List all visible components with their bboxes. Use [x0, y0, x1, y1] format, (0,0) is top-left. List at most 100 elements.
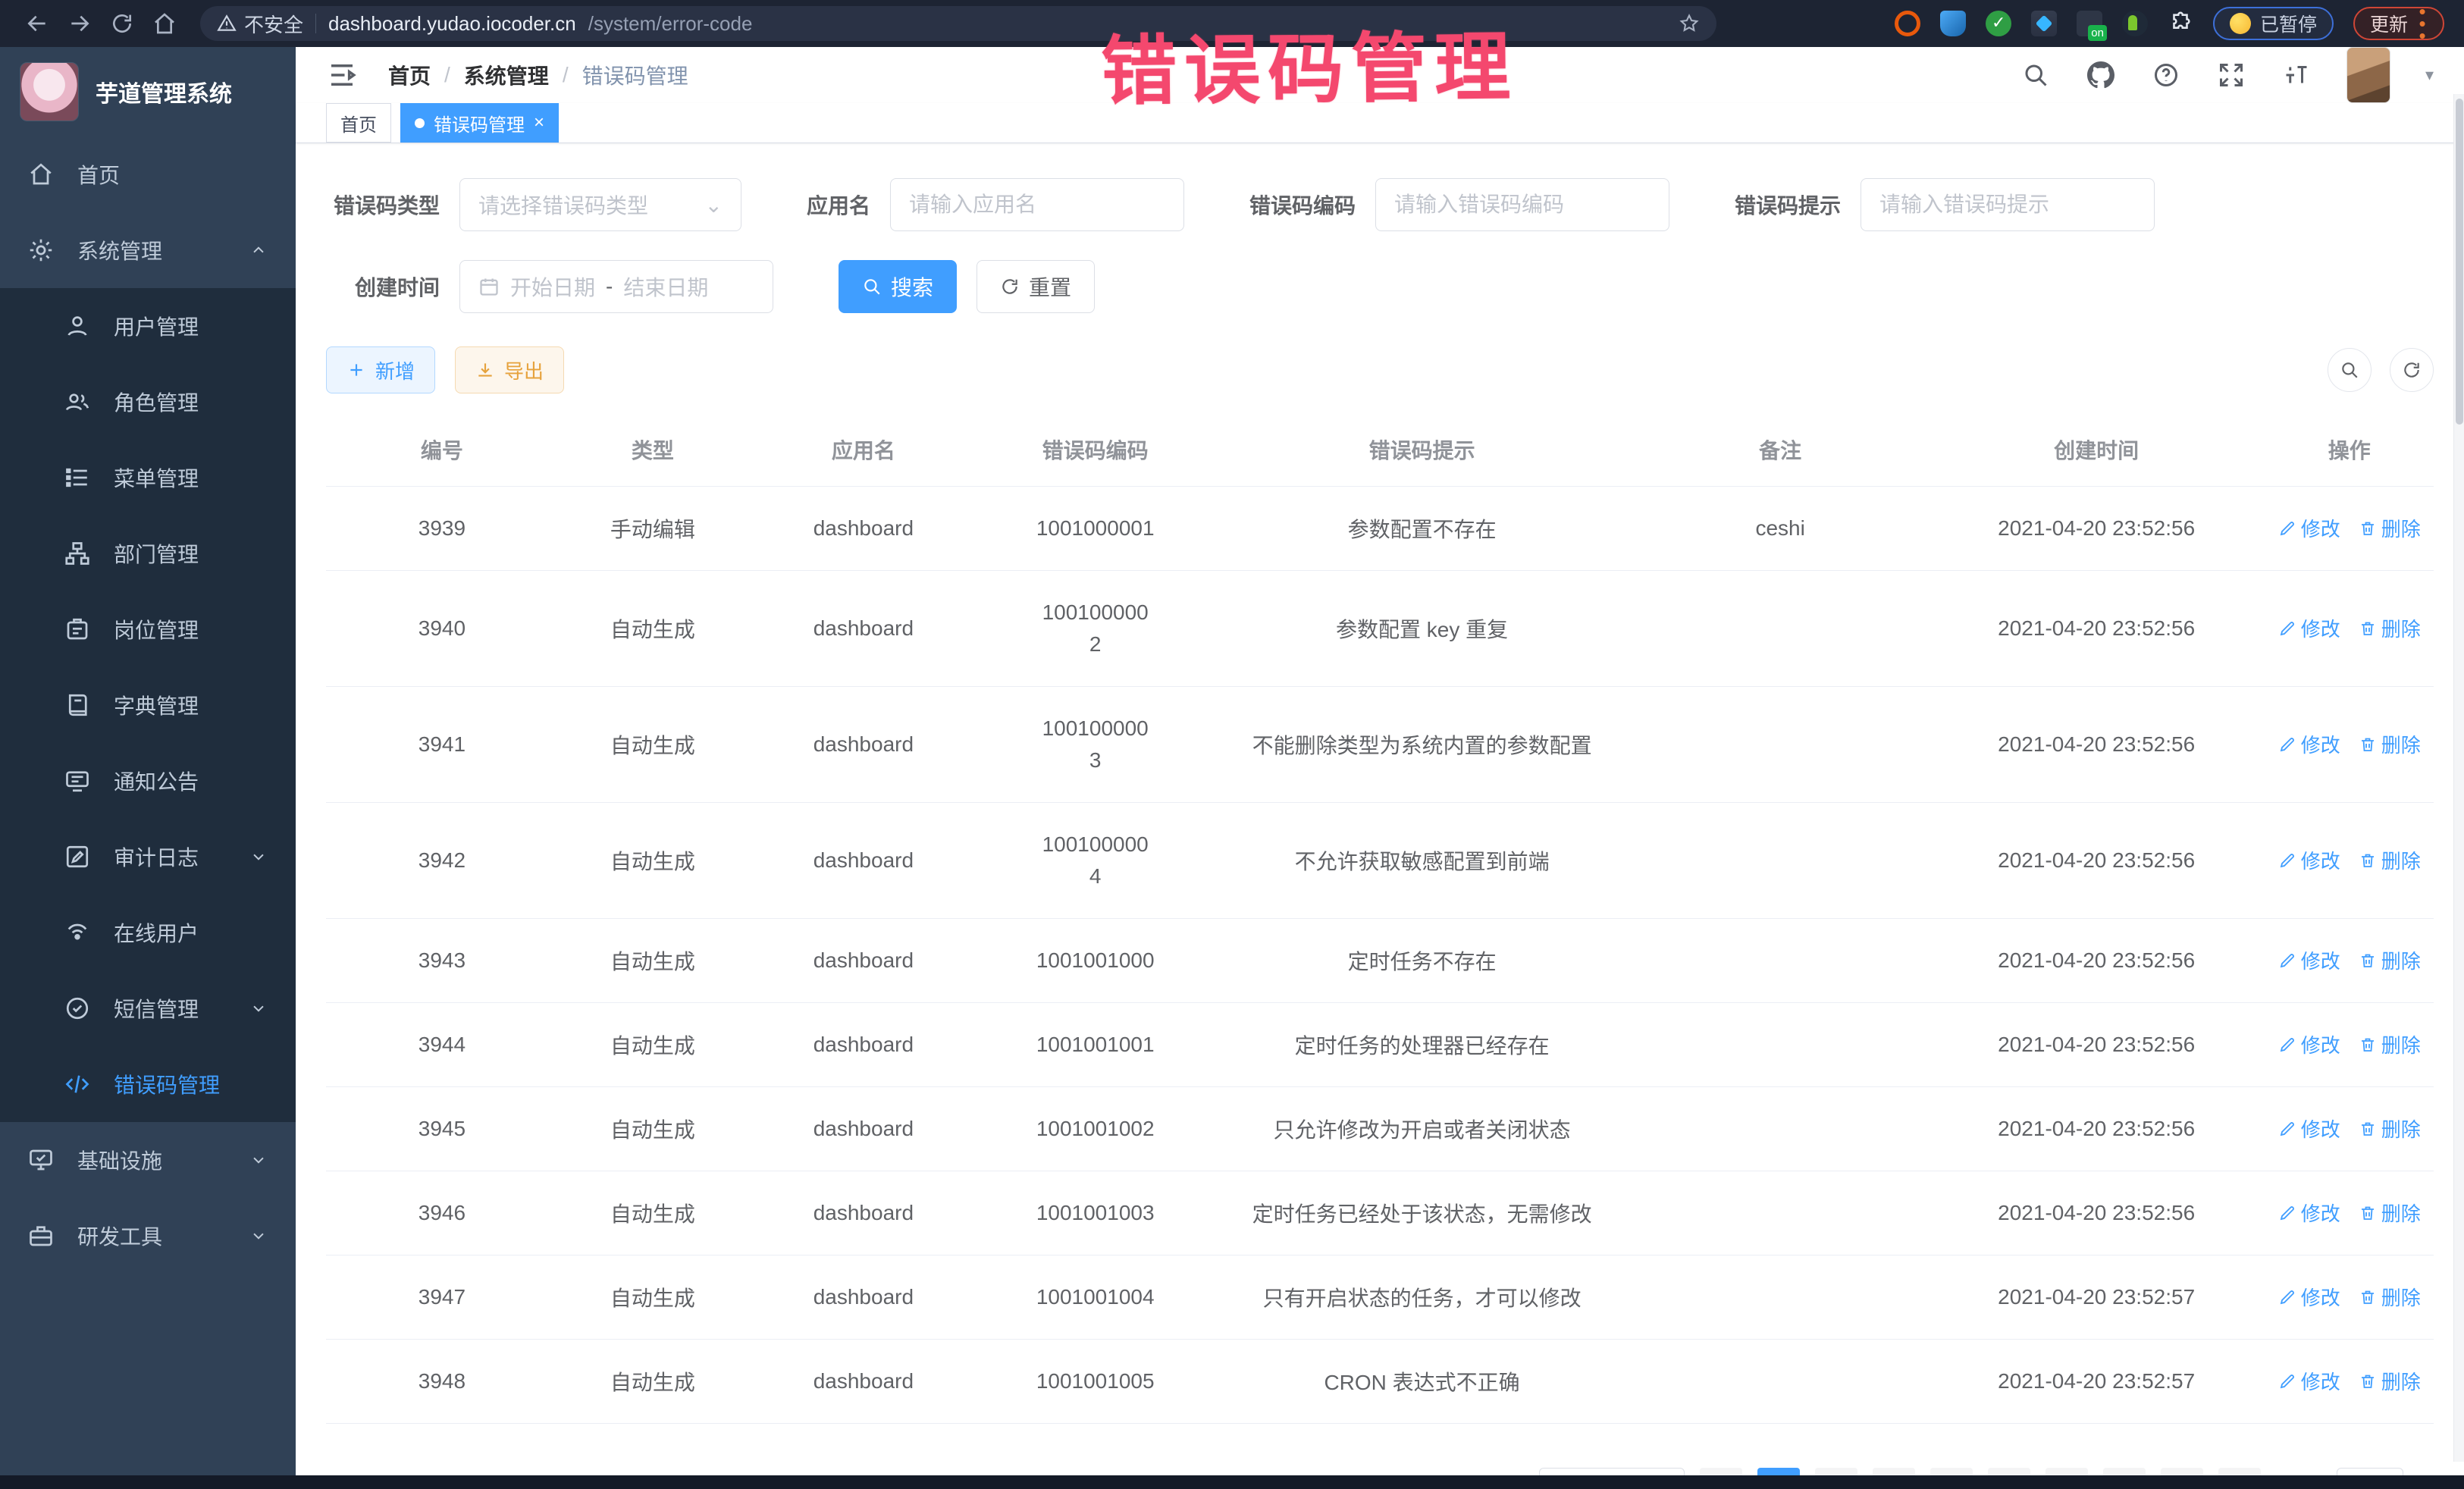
- profile-paused-pill[interactable]: 已暂停: [2213, 7, 2334, 40]
- pencil-icon: [2278, 619, 2296, 638]
- toggle-search-button[interactable]: [2328, 348, 2372, 392]
- edit-link[interactable]: 修改: [2278, 1367, 2340, 1395]
- app-name-input[interactable]: [909, 193, 1165, 217]
- row-code: 1001001000: [980, 919, 1212, 1003]
- tab-close-icon[interactable]: ×: [534, 114, 544, 132]
- delete-link[interactable]: 删除: [2359, 614, 2421, 642]
- date-end-placeholder: 结束日期: [623, 271, 708, 302]
- sidebar-item-用户管理[interactable]: 用户管理: [0, 288, 296, 364]
- calendar-icon: [478, 276, 500, 297]
- edit-link[interactable]: 修改: [2278, 1283, 2340, 1311]
- edit-link[interactable]: 修改: [2278, 514, 2340, 542]
- browser-home-button[interactable]: [147, 6, 182, 41]
- sidebar-item-字典管理[interactable]: 字典管理: [0, 667, 296, 743]
- edit-link[interactable]: 修改: [2278, 946, 2340, 974]
- sidebar-logo[interactable]: 芋道管理系统: [0, 47, 296, 136]
- help-icon[interactable]: [2151, 60, 2181, 90]
- edit-link[interactable]: 修改: [2278, 1030, 2340, 1058]
- trash-icon: [2359, 1288, 2377, 1306]
- export-button[interactable]: 导出: [455, 346, 564, 393]
- sidebar-item-错误码管理[interactable]: 错误码管理: [0, 1046, 296, 1122]
- extension-blue-gem-icon[interactable]: [1940, 11, 1966, 36]
- browser-reload-button[interactable]: [105, 6, 140, 41]
- edit-link[interactable]: 修改: [2278, 614, 2340, 642]
- users-icon: [64, 388, 91, 415]
- sidebar-item-label: 通知公告: [114, 766, 199, 796]
- browser-forward-button[interactable]: [62, 6, 97, 41]
- extension-green-check-icon[interactable]: [1986, 11, 2011, 36]
- sidebar-item-角色管理[interactable]: 角色管理: [0, 364, 296, 440]
- sidebar-item-label: 菜单管理: [114, 462, 199, 493]
- search-icon[interactable]: [2020, 60, 2051, 90]
- row-remark: ceshi: [1633, 487, 1928, 571]
- pencil-icon: [2278, 1288, 2296, 1306]
- sidebar-collapse-icon[interactable]: [326, 59, 358, 91]
- browser-back-button[interactable]: [20, 6, 55, 41]
- user-avatar[interactable]: [2346, 47, 2390, 103]
- edit-link[interactable]: 修改: [2278, 846, 2340, 874]
- avatar-caret-icon[interactable]: ▾: [2425, 65, 2434, 85]
- add-button[interactable]: 新增: [326, 346, 435, 393]
- scrollbar-thumb[interactable]: [2456, 99, 2463, 425]
- extension-dark-on-icon[interactable]: [2077, 11, 2102, 36]
- row-type: 自动生成: [558, 1003, 748, 1087]
- annotation-overlay: 错误码管理: [1100, 5, 1518, 120]
- edit-link[interactable]: 修改: [2278, 730, 2340, 758]
- bookmark-star-icon[interactable]: [1679, 13, 1700, 34]
- browser-update-button[interactable]: 更新 •••: [2353, 7, 2444, 40]
- sidebar-item-通知公告[interactable]: 通知公告: [0, 743, 296, 819]
- fullscreen-icon[interactable]: [2216, 60, 2246, 90]
- extension-green-key-icon[interactable]: [2122, 11, 2148, 36]
- error-code-input[interactable]: [1394, 193, 1651, 217]
- delete-link[interactable]: 删除: [2359, 1199, 2421, 1227]
- trash-icon: [2359, 619, 2377, 638]
- extension-blue-grid-icon[interactable]: [2031, 11, 2057, 36]
- reset-button[interactable]: 重置: [977, 260, 1095, 313]
- date-range-picker[interactable]: 开始日期 - 结束日期: [459, 260, 773, 313]
- edit-link[interactable]: 修改: [2278, 1199, 2340, 1227]
- sidebar-item-基础设施[interactable]: 基础设施: [0, 1122, 296, 1198]
- delete-link[interactable]: 删除: [2359, 730, 2421, 758]
- security-warning[interactable]: 不安全: [217, 10, 303, 38]
- sidebar-item-研发工具[interactable]: 研发工具: [0, 1198, 296, 1274]
- sidebar-item-系统管理[interactable]: 系统管理: [0, 212, 296, 288]
- breadcrumb-home[interactable]: 首页: [388, 60, 431, 90]
- row-remark: [1633, 687, 1928, 803]
- sidebar-item-部门管理[interactable]: 部门管理: [0, 516, 296, 591]
- error-hint-input[interactable]: [1879, 193, 2136, 217]
- sidebar-item-菜单管理[interactable]: 菜单管理: [0, 440, 296, 516]
- edit-link[interactable]: 修改: [2278, 1114, 2340, 1143]
- font-size-icon[interactable]: [2281, 60, 2312, 90]
- sidebar-item-首页[interactable]: 首页: [0, 136, 296, 212]
- sidebar-item-审计日志[interactable]: 审计日志: [0, 819, 296, 895]
- extension-orange-ring-icon[interactable]: [1895, 11, 1920, 36]
- row-time: 2021-04-20 23:52:56: [1928, 1003, 2265, 1087]
- table-row: 3945自动生成dashboard1001001002只允许修改为开启或者关闭状…: [326, 1087, 2434, 1171]
- breadcrumb-system[interactable]: 系统管理: [464, 60, 549, 90]
- delete-link[interactable]: 删除: [2359, 946, 2421, 974]
- table-row: 3943自动生成dashboard1001001000定时任务不存在2021-0…: [326, 919, 2434, 1003]
- tab-首页[interactable]: 首页: [326, 103, 391, 143]
- error-type-select[interactable]: 请选择错误码类型 ⌄: [459, 178, 741, 231]
- delete-link[interactable]: 删除: [2359, 514, 2421, 542]
- sidebar-item-岗位管理[interactable]: 岗位管理: [0, 591, 296, 667]
- sidebar-item-短信管理[interactable]: 短信管理: [0, 970, 296, 1046]
- tab-错误码管理[interactable]: 错误码管理×: [400, 103, 559, 143]
- delete-link[interactable]: 删除: [2359, 1030, 2421, 1058]
- warning-triangle-icon: [217, 14, 237, 33]
- edit-link-label: 修改: [2301, 514, 2340, 542]
- page-scrollbar[interactable]: [2453, 94, 2464, 1462]
- search-button[interactable]: 搜索: [839, 260, 957, 313]
- delete-link[interactable]: 删除: [2359, 1114, 2421, 1143]
- delete-link[interactable]: 删除: [2359, 1283, 2421, 1311]
- delete-link[interactable]: 删除: [2359, 1367, 2421, 1395]
- github-icon[interactable]: [2086, 60, 2116, 90]
- download-icon: [475, 360, 495, 380]
- row-id: 3943: [326, 919, 558, 1003]
- sidebar-item-在线用户[interactable]: 在线用户: [0, 895, 296, 970]
- delete-link[interactable]: 删除: [2359, 846, 2421, 874]
- extension-white-puzzle-icon[interactable]: [2168, 11, 2193, 36]
- refresh-table-button[interactable]: [2390, 348, 2434, 392]
- row-remark: [1633, 571, 1928, 687]
- chevron-down-icon: [249, 1150, 268, 1170]
